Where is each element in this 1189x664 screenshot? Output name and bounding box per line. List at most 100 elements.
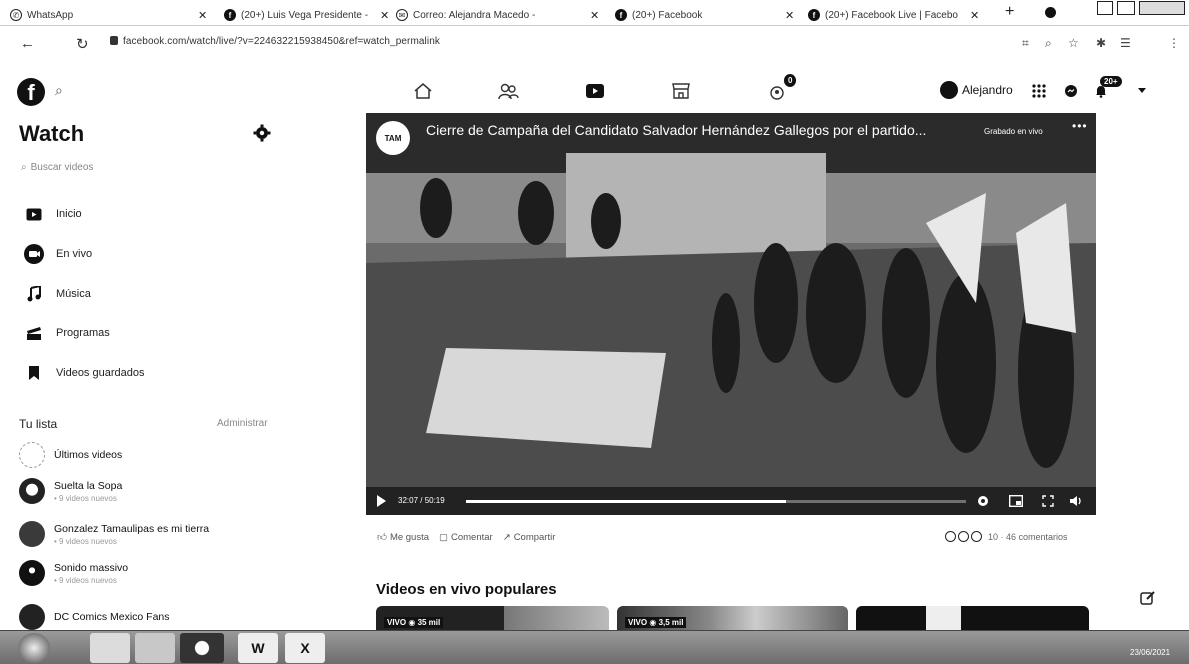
watch-nav-icon[interactable] — [582, 80, 608, 102]
mail-icon: ✉ — [396, 9, 408, 21]
list-item[interactable]: Últimos videos — [19, 442, 122, 468]
sidebar-item-programas[interactable]: Programas — [22, 321, 110, 345]
fullscreen-icon[interactable] — [1040, 493, 1056, 509]
taskbar-excel-icon[interactable]: X — [285, 633, 325, 663]
sidebar-item-label: Música — [56, 288, 91, 300]
tab-label: (20+) Luis Vega Presidente - — [241, 9, 369, 21]
share-icon: ↗ — [502, 531, 511, 543]
user-name: Alejandro — [962, 83, 1013, 97]
manage-link[interactable]: Administrar — [217, 418, 268, 429]
video-player[interactable] — [366, 113, 1096, 515]
reading-list-icon[interactable]: ☰ — [1120, 36, 1131, 50]
tab-label: (20+) Facebook Live | Facebo — [825, 9, 958, 21]
back-arrow-icon[interactable]: ← — [20, 35, 35, 52]
notifications-badge: 20+ — [1100, 76, 1122, 87]
live-badge: VIVO ◉ 3,5 mil — [625, 617, 687, 628]
close-icon[interactable]: ✕ — [380, 9, 389, 22]
list-item[interactable]: Suelta la Sopa • 9 videos nuevos — [19, 478, 122, 504]
play-icon[interactable] — [377, 495, 386, 507]
extensions-icon[interactable]: ✱ — [1096, 36, 1106, 50]
tab-luis-vega[interactable]: f (20+) Luis Vega Presidente - ✕ — [224, 4, 389, 26]
tab-correo[interactable]: ✉ Correo: Alejandra Macedo - ✕ — [396, 4, 599, 26]
post-actions: 👍︎ Me gusta ▢ Comentar ↗ Compartir — [377, 531, 556, 544]
video-title[interactable]: Cierre de Campaña del Candidato Salvador… — [426, 122, 926, 138]
browser-menu-icon[interactable]: ⋮ — [1168, 36, 1180, 50]
music-icon — [22, 284, 46, 304]
taskbar-word-icon[interactable]: W — [238, 633, 278, 663]
video-progress-bar[interactable] — [466, 500, 966, 503]
reaction-icon — [945, 531, 956, 542]
like-icon: 👍︎ — [377, 532, 387, 543]
maximize-icon[interactable] — [1117, 1, 1135, 15]
marketplace-nav-icon[interactable] — [668, 80, 694, 102]
sidebar-item-inicio[interactable]: Inicio — [22, 202, 82, 226]
live-badge: VIVO ◉ 35 mil — [384, 617, 444, 628]
close-icon[interactable]: ✕ — [198, 9, 207, 22]
reload-icon[interactable]: ↻ — [76, 35, 89, 53]
sidebar-item-label: Videos guardados — [56, 367, 145, 379]
sidebar-item-musica[interactable]: Música — [22, 282, 91, 306]
windows-start-icon[interactable] — [18, 633, 50, 663]
avatar — [19, 521, 45, 547]
latest-videos-icon — [19, 442, 45, 468]
facebook-icon: f — [615, 9, 627, 21]
facebook-logo-icon[interactable]: f — [17, 78, 45, 106]
comment-button[interactable]: ▢ Comentar — [439, 532, 493, 543]
reactions-summary[interactable]: 10 · 46 comentarios — [945, 531, 1068, 542]
star-icon[interactable]: ☆ — [1068, 36, 1079, 50]
list-item[interactable]: Gonzalez Tamaulipas es mi tierra • 9 vid… — [19, 521, 209, 547]
channel-logo[interactable]: TAM — [376, 121, 410, 155]
avatar — [19, 604, 45, 630]
tv-icon — [22, 204, 46, 224]
more-options-icon[interactable]: ••• — [1072, 119, 1088, 133]
close-icon[interactable]: ✕ — [785, 9, 794, 22]
tab-whatsapp[interactable]: ✆ WhatsApp ✕ — [10, 4, 207, 26]
profile-button[interactable]: Alejandro — [940, 81, 1013, 99]
your-list-heading: Tu lista — [19, 417, 58, 431]
account-dropdown-icon[interactable] — [1131, 80, 1153, 102]
taskbar-media-icon[interactable] — [135, 633, 175, 663]
taskbar-chrome-icon[interactable] — [180, 633, 224, 663]
close-icon[interactable]: ✕ — [970, 9, 979, 22]
gear-icon[interactable] — [253, 124, 271, 142]
bookmark-icon — [22, 363, 46, 383]
zoom-icon[interactable]: ⌕ — [1045, 36, 1052, 51]
sidebar-item-en-vivo[interactable]: En vivo — [22, 242, 92, 266]
sidebar-item-videos-guardados[interactable]: Videos guardados — [22, 361, 144, 385]
list-item-sub: • 9 videos nuevos — [54, 536, 117, 546]
list-item[interactable]: DC Comics Mexico Fans — [19, 604, 170, 630]
window-close-icon[interactable] — [1139, 1, 1185, 15]
avatar — [940, 81, 958, 99]
search-placeholder: Buscar videos — [30, 162, 94, 173]
like-label: Me gusta — [389, 531, 430, 543]
messenger-icon[interactable] — [1060, 80, 1082, 102]
volume-icon[interactable] — [1068, 493, 1084, 509]
cast-icon[interactable]: ⌗ — [1022, 36, 1029, 51]
close-icon[interactable]: ✕ — [590, 9, 599, 22]
friends-nav-icon[interactable] — [495, 80, 521, 102]
search-icon[interactable]: ⌕ — [55, 82, 63, 99]
tab-label: (20+) Facebook — [632, 9, 703, 21]
search-videos-input[interactable]: ⌕ Buscar videos — [21, 162, 93, 173]
settings-gear-icon[interactable] — [975, 493, 991, 509]
compose-edit-icon[interactable] — [1140, 590, 1156, 606]
progress-fill — [466, 500, 786, 503]
comment-icon: ▢ — [439, 531, 448, 543]
taskbar-explorer-icon[interactable] — [90, 633, 130, 663]
browser-profile-icon[interactable] — [1045, 7, 1056, 18]
list-item-name: Sonido massivo — [54, 561, 129, 574]
minimize-icon[interactable] — [1097, 1, 1113, 15]
picture-in-picture-icon[interactable] — [1008, 493, 1024, 509]
list-item[interactable]: Sonido massivo • 9 videos nuevos — [19, 560, 128, 586]
new-tab-plus-icon[interactable]: + — [1005, 3, 1014, 21]
facebook-icon: f — [224, 9, 236, 21]
menu-grid-icon[interactable] — [1028, 80, 1050, 102]
tab-facebook[interactable]: f (20+) Facebook ✕ — [615, 4, 794, 26]
like-button[interactable]: 👍︎ Me gusta — [377, 531, 430, 544]
home-nav-icon[interactable] — [410, 80, 436, 102]
whatsapp-icon: ✆ — [10, 9, 22, 21]
share-button[interactable]: ↗ Compartir — [503, 532, 556, 543]
tab-facebook-live[interactable]: f (20+) Facebook Live | Facebo ✕ — [808, 4, 979, 26]
url-field[interactable]: facebook.com/watch/live/?v=2246322159384… — [110, 36, 440, 47]
search-icon: ⌕ — [21, 162, 27, 173]
